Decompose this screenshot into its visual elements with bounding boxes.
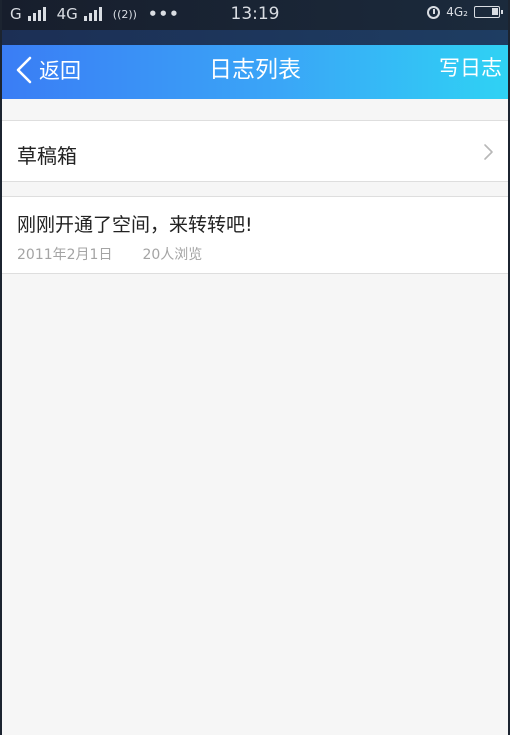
diary-title: 刚刚开通了空间，来转转吧! — [17, 214, 253, 236]
drafts-row[interactable]: 草稿箱 — [2, 120, 508, 182]
header-strip — [2, 30, 508, 45]
network-4g2-label: 4G₂ — [446, 5, 468, 19]
write-diary-button[interactable]: 写日志 — [439, 52, 502, 84]
drafts-label: 草稿箱 — [17, 144, 77, 168]
page-title: 日志列表 — [209, 57, 301, 83]
diary-date: 2011年2月1日 — [17, 247, 113, 263]
chevron-right-icon — [484, 144, 493, 160]
screen: G 4G ((2)) ••• 13:19 4G₂ 返回 日志列表 写日志 草稿箱 — [0, 0, 510, 735]
title-bar: 返回 日志列表 写日志 — [2, 45, 508, 99]
diary-views: 20人浏览 — [142, 247, 203, 263]
status-bar: G 4G ((2)) ••• 13:19 4G₂ — [2, 0, 508, 30]
diary-meta: 2011年2月1日 20人浏览 — [17, 244, 202, 264]
diary-list-item[interactable]: 刚刚开通了空间，来转转吧! 2011年2月1日 20人浏览 — [2, 196, 508, 274]
battery-icon — [474, 6, 503, 18]
alarm-icon — [427, 5, 441, 19]
status-right: 4G₂ — [427, 5, 503, 19]
